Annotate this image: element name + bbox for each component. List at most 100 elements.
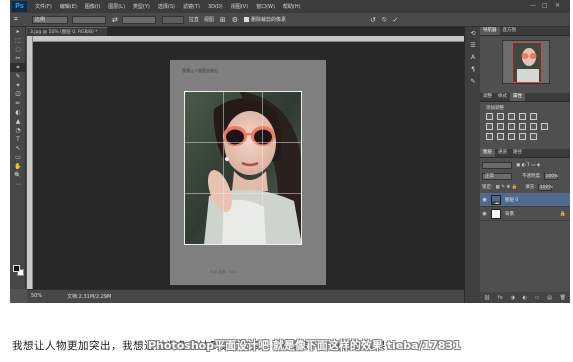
lock-icons[interactable]: ▦ ✎ ✥ 🔒 [496,185,518,190]
tab-layers[interactable]: 图层 [480,149,495,157]
layer-name[interactable]: 背景 [505,211,514,217]
channel-mixer-icon[interactable] [530,123,537,130]
navigator-preview[interactable] [502,40,550,84]
threshold-icon[interactable] [508,133,515,140]
character-panel-icon[interactable]: A [465,51,481,63]
tab-paths[interactable]: 路径 [510,149,525,157]
eyedropper-tool-icon[interactable]: ✎ [10,72,26,81]
commit-icon[interactable]: ✓ [392,16,398,24]
layer-row[interactable]: ◉ 背景 🔒 [480,207,570,221]
document-tab[interactable]: 3.jpg @ 50% (图层 0, RGB/8) * [27,27,107,36]
path-select-tool-icon[interactable]: ↖ [10,144,26,153]
delete-pixels-checkbox[interactable] [244,17,250,22]
posterize-icon[interactable] [497,133,504,140]
crop-handle-bottom-right[interactable] [298,241,302,245]
crop-handle-bottom-left[interactable] [184,241,188,245]
history-panel-icon[interactable]: ⟲ [465,27,481,39]
zoom-level[interactable]: 50% [31,293,42,299]
color-balance-icon[interactable] [497,123,504,130]
brightness-icon[interactable] [486,113,493,120]
layer-row[interactable]: ◉ 图层 0 [480,193,570,207]
layer-style-icon[interactable]: fx [498,295,503,301]
crop-handle-top-left[interactable] [184,91,188,95]
menu-image[interactable]: 图像(I) [85,3,100,10]
marquee-tool-icon[interactable]: ⬚ [10,36,26,45]
width-field[interactable] [71,15,106,24]
quick-select-tool-icon[interactable]: ✂ [10,54,26,63]
menu-type[interactable]: 类型(Y) [133,3,150,10]
overlay-icon[interactable]: ⊞ [220,16,226,24]
menu-window[interactable]: 窗口(W) [256,3,275,10]
move-tool-icon[interactable]: ▸ [10,27,26,36]
eraser-tool-icon[interactable]: ▲ [10,117,26,126]
lasso-tool-icon[interactable]: ◌ [10,45,26,54]
navigator-view-box[interactable] [512,42,542,83]
trash-icon[interactable]: 🗑 [560,295,566,301]
levels-icon[interactable] [497,113,504,120]
new-layer-icon[interactable]: ▤ [547,295,552,301]
clear-button[interactable] [161,15,184,24]
close-icon[interactable]: ✕ [555,2,560,9]
crop-handle-top-right[interactable] [298,91,302,95]
color-lookup-icon[interactable] [541,123,548,130]
blend-mode-select[interactable]: 正常 [482,172,512,180]
photo-filter-icon[interactable] [519,123,526,130]
shape-tool-icon[interactable]: ▭ [10,153,26,162]
foreground-color-swatch[interactable] [13,265,20,272]
link-layers-icon[interactable]: ⛓ [484,295,490,301]
healing-tool-icon[interactable]: ✦ [10,81,26,90]
layer-filter-select[interactable] [482,161,512,169]
opacity-field[interactable]: 100% [543,172,558,180]
menu-layer[interactable]: 图层(L) [108,3,125,10]
hue-saturation-icon[interactable] [486,123,493,130]
brush-panel-icon[interactable]: ✎ [465,75,481,87]
paragraph-panel-icon[interactable]: ¶ [465,63,481,75]
brush-tool-icon[interactable]: ⎚ [10,90,26,99]
history-brush-tool-icon[interactable]: ◐ [10,108,26,117]
cancel-icon[interactable]: ⦸ [382,15,387,24]
tab-properties[interactable]: 属性 [510,93,525,101]
eye-icon[interactable]: ◉ [480,211,489,217]
fill-field[interactable]: 100% [537,183,553,191]
vertical-ruler[interactable] [27,36,33,289]
horizontal-ruler[interactable] [33,36,464,42]
layer-name[interactable]: 图层 0 [505,197,518,203]
view-label[interactable]: 视图 [204,16,214,23]
tab-channels[interactable]: 通道 [495,149,510,157]
invert-icon[interactable] [486,133,493,140]
document-info[interactable]: 文档:2.31M/2.29M [67,293,111,300]
stamp-tool-icon[interactable]: ✏ [10,99,26,108]
type-tool-icon[interactable]: T [10,135,26,144]
ratio-select[interactable]: 比例 [31,15,68,24]
hand-tool-icon[interactable]: ✋ [10,162,26,171]
straighten-label[interactable]: 拉直 [189,16,199,23]
more-tools-icon[interactable]: ⋯ [10,180,26,189]
portrait-photo[interactable] [184,91,302,245]
minimize-icon[interactable]: — [530,2,536,9]
crop-tool-icon[interactable]: ⌗ [10,63,26,72]
layer-mask-icon[interactable]: ◑ [510,295,514,301]
reset-icon[interactable]: ↺ [370,16,376,24]
eye-icon[interactable]: ◉ [480,197,489,203]
menu-edit[interactable]: 编辑(E) [60,3,77,10]
menu-select[interactable]: 选择(S) [158,3,175,10]
adjustment-layer-icon[interactable]: ◐ [523,295,527,301]
selective-color-icon[interactable] [530,133,537,140]
zoom-tool-icon[interactable]: 🔍 [10,171,26,180]
properties-panel-icon[interactable]: ☰ [465,39,481,51]
menu-filter[interactable]: 滤镜(T) [183,3,200,10]
crop-tool-icon[interactable]: ⌗ [14,15,18,24]
document-canvas-area[interactable]: 3.jpg @ 50% (图层 0, RGB/8) * 我想让人物更加突出 RG… [27,27,464,289]
curves-icon[interactable] [508,113,515,120]
artboard[interactable]: 我想让人物更加突出 RGB 图像 · 50% [170,60,326,285]
vibrance-icon[interactable] [530,113,537,120]
new-group-icon[interactable]: ▭ [535,295,540,301]
height-field[interactable] [121,15,156,24]
menu-help[interactable]: 帮助(H) [283,3,301,10]
tab-navigator[interactable]: 导航器 [480,27,500,35]
menu-file[interactable]: 文件(F) [35,3,52,10]
gear-icon[interactable]: ⚙ [232,16,238,24]
tab-histogram[interactable]: 直方图 [500,27,520,35]
gradient-map-icon[interactable] [519,133,526,140]
gradient-tool-icon[interactable]: ◔ [10,126,26,135]
